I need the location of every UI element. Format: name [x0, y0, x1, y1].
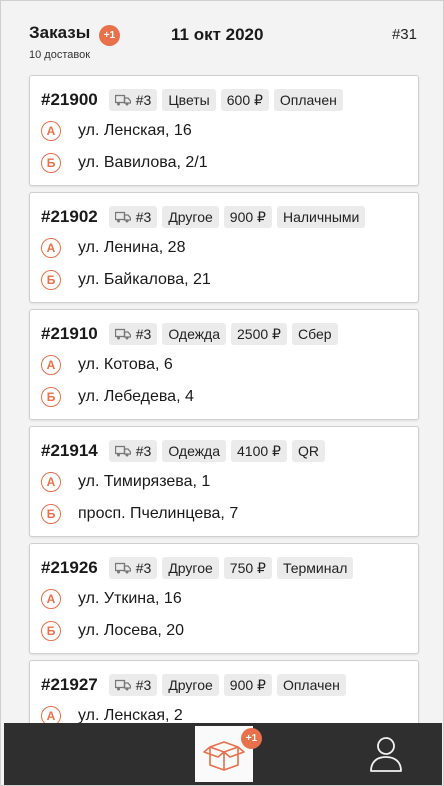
- header: Заказы +1 10 доставок 11 окт 2020 #31: [1, 1, 443, 71]
- vehicle-number: #3: [135, 560, 152, 576]
- pickup-address-text: ул. Котова, 6: [78, 356, 173, 373]
- pickup-address-text: ул. Ленина, 28: [78, 239, 186, 256]
- order-number: #21926: [41, 558, 98, 577]
- price-chip: 900 ₽: [223, 206, 272, 228]
- payment-chip: Наличными: [276, 206, 366, 228]
- box-icon: [203, 741, 245, 771]
- pickup-address-text: ул. Тимирязева, 1: [78, 473, 211, 490]
- order-number: #21927: [41, 675, 98, 694]
- vehicle-number: #3: [135, 326, 152, 342]
- order-card[interactable]: #21910 #3 Одежда 2500 ₽ Сбер А ул. Котов…: [29, 309, 419, 420]
- truck-icon: [114, 94, 131, 106]
- price-chip: 600 ₽: [220, 89, 269, 111]
- vehicle-number: #3: [135, 677, 152, 693]
- truck-icon: [114, 211, 131, 223]
- current-date[interactable]: 11 окт 2020: [171, 25, 263, 45]
- price-chip: 750 ₽: [223, 557, 272, 579]
- pickup-address: А ул. Ленина, 28: [41, 236, 185, 260]
- payment-chip: Оплачен: [276, 674, 346, 696]
- category-chip: Одежда: [162, 323, 227, 345]
- pickup-address-text: ул. Ленская, 16: [78, 122, 192, 139]
- order-number: #21902: [41, 207, 98, 226]
- dropoff-address-text: просп. Пчелинцева, 7: [78, 505, 239, 522]
- vehicle-chip: #3: [108, 557, 158, 579]
- vehicle-chip: #3: [108, 674, 158, 696]
- vehicle-number: #3: [135, 209, 152, 225]
- dropoff-address-text: ул. Лосева, 20: [78, 622, 185, 639]
- payment-chip: QR: [291, 440, 325, 462]
- new-orders-badge: +1: [99, 25, 120, 46]
- price-chip: 4100 ₽: [231, 440, 287, 462]
- order-header: #21926 #3 Другое 750 ₽ Терминал: [41, 556, 358, 580]
- order-card[interactable]: #21926 #3 Другое 750 ₽ Терминал А ул. Ут…: [29, 543, 419, 654]
- order-card[interactable]: #21914 #3 Одежда 4100 ₽ QR А ул. Тимиряз…: [29, 426, 419, 537]
- pickup-address: А ул. Ленская, 16: [41, 119, 192, 143]
- pickup-address: А ул. Уткина, 16: [41, 587, 182, 611]
- user-icon: [370, 737, 402, 772]
- point-a-marker: А: [41, 355, 61, 375]
- category-chip: Одежда: [162, 440, 227, 462]
- order-header: #21910 #3 Одежда 2500 ₽ Сбер: [41, 322, 343, 346]
- vehicle-chip: #3: [108, 89, 158, 111]
- vehicle-chip: #3: [108, 206, 158, 228]
- point-a-marker: А: [41, 121, 61, 141]
- order-header: #21927 #3 Другое 900 ₽ Оплачен: [41, 673, 351, 697]
- pickup-address: А ул. Тимирязева, 1: [41, 470, 210, 494]
- truck-icon: [114, 679, 131, 691]
- dropoff-address: Б ул. Лосева, 20: [41, 619, 184, 643]
- price-chip: 900 ₽: [223, 674, 272, 696]
- truck-icon: [114, 328, 131, 340]
- price-chip: 2500 ₽: [231, 323, 287, 345]
- category-chip: Другое: [162, 674, 219, 696]
- dropoff-address-text: ул. Байкалова, 21: [78, 271, 211, 288]
- order-header: #21902 #3 Другое 900 ₽ Наличными: [41, 205, 370, 229]
- order-number: #21910: [41, 324, 98, 343]
- vehicle-chip: #3: [108, 323, 158, 345]
- payment-chip: Сбер: [291, 323, 338, 345]
- dropoff-address: Б ул. Вавилова, 2/1: [41, 151, 208, 175]
- bottom-tab-bar: [4, 723, 442, 785]
- app-screen: Заказы +1 10 доставок 11 окт 2020 #31 #2…: [0, 0, 444, 786]
- orders-tab-badge: +1: [241, 728, 262, 749]
- point-a-marker: А: [41, 589, 61, 609]
- dropoff-address: Б просп. Пчелинцева, 7: [41, 502, 238, 526]
- payment-chip: Оплачен: [273, 89, 343, 111]
- tab-profile[interactable]: [366, 733, 406, 775]
- point-a-marker: А: [41, 472, 61, 492]
- point-b-marker: Б: [41, 504, 61, 524]
- order-number: #21914: [41, 441, 98, 460]
- pickup-address: А ул. Котова, 6: [41, 353, 173, 377]
- point-b-marker: Б: [41, 270, 61, 290]
- point-b-marker: Б: [41, 621, 61, 641]
- order-number: #21900: [41, 90, 98, 109]
- dropoff-address-text: ул. Лебедева, 4: [78, 388, 194, 405]
- category-chip: Цветы: [162, 89, 216, 111]
- deliveries-count: 10 доставок: [29, 49, 91, 61]
- vehicle-chip: #3: [108, 440, 158, 462]
- vehicle-number: #3: [135, 443, 152, 459]
- truck-icon: [114, 562, 131, 574]
- point-b-marker: Б: [41, 153, 61, 173]
- dropoff-address-text: ул. Вавилова, 2/1: [78, 154, 208, 171]
- dropoff-address: Б ул. Лебедева, 4: [41, 385, 194, 409]
- order-card[interactable]: #21900 #3 Цветы 600 ₽ Оплачен А ул. Ленс…: [29, 75, 419, 186]
- page-title: Заказы: [29, 23, 91, 42]
- order-header: #21914 #3 Одежда 4100 ₽ QR: [41, 439, 330, 463]
- dropoff-address: Б ул. Байкалова, 21: [41, 268, 211, 292]
- category-chip: Другое: [162, 206, 219, 228]
- truck-icon: [114, 445, 131, 457]
- point-a-marker: А: [41, 238, 61, 258]
- order-header: #21900 #3 Цветы 600 ₽ Оплачен: [41, 88, 348, 112]
- order-card[interactable]: #21902 #3 Другое 900 ₽ Наличными А ул. Л…: [29, 192, 419, 303]
- payment-chip: Терминал: [276, 557, 354, 579]
- category-chip: Другое: [162, 557, 219, 579]
- vehicle-number: #3: [135, 92, 152, 108]
- point-b-marker: Б: [41, 387, 61, 407]
- pickup-address-text: ул. Уткина, 16: [78, 590, 182, 607]
- shift-number: #31: [391, 26, 417, 43]
